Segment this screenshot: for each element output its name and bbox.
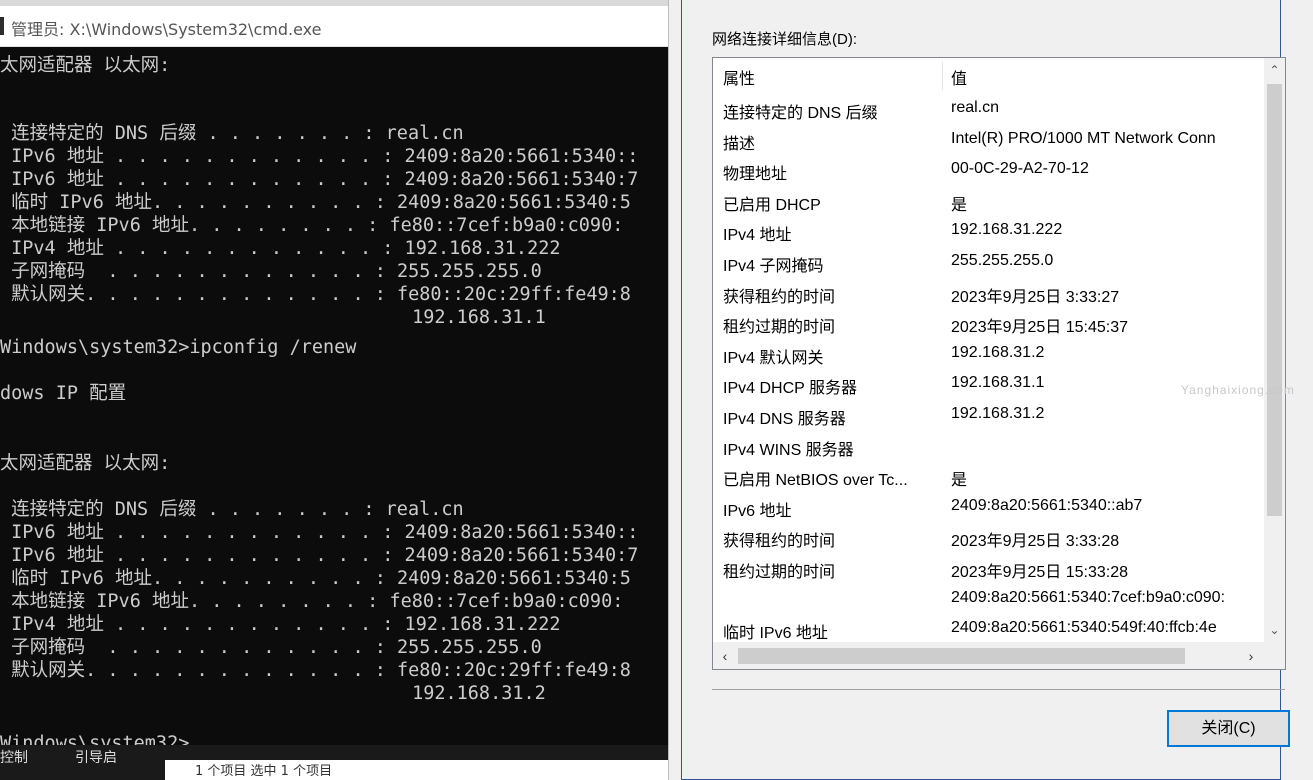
cmd-icon [0,17,4,35]
list-row[interactable]: 物理地址 00-0C-29-A2-70-12 [713,155,1264,185]
list-row[interactable]: 临时 IPv6 地址 2409:8a20:5661:5340:549f:40:ff… [713,614,1264,644]
value-cell: 2409:8a20:5661:5340:7cef:b9a0:c090: [951,588,1226,606]
property-cell: IPv4 子网掩码 [723,258,824,275]
column-separator[interactable] [942,62,943,90]
console-line: IPv6 地址 . . . . . . . . . . . . : 2409:8… [0,169,639,190]
list-row[interactable]: 租约过期的时间 2023年9月25日 15:45:37 [713,308,1264,338]
property-cell: IPv4 DNS 服务器 [723,411,846,428]
console-line: 临时 IPv6 地址. . . . . . . . . . : 2409:8a2… [0,568,631,589]
console-line: IPv4 地址 . . . . . . . . . . . . : 192.16… [0,614,561,635]
network-details-dialog: 网络连接详细信息(D): 属性 值 连接特定的 DNS 后缀 real.cn 描述 I… [668,0,1313,780]
value-cell: Intel(R) PRO/1000 MT Network Conn [951,129,1216,147]
property-cell: 租约过期的时间 [723,564,836,581]
horizontal-scrollbar[interactable]: ‹ › [713,642,1285,669]
list-row[interactable]: 租约过期的时间 2023年9月25日 15:33:28 [713,553,1264,583]
console-line: dows IP 配置 [0,383,127,404]
vertical-scroll-thumb[interactable] [1267,84,1282,516]
console-line: 临时 IPv6 地址. . . . . . . . . . : 2409:8a2… [0,192,631,213]
details-list[interactable]: 属性 值 连接特定的 DNS 后缀 real.cn 描述 Intel(R) PRO/1… [712,57,1286,670]
console-line: 子网掩码 . . . . . . . . . . . . : 255.255.2… [0,637,542,658]
cmd-window[interactable]: 管理员: X:\Windows\System32\cmd.exe 太网适配器 以… [0,6,668,750]
property-cell: 描述 [723,135,756,153]
value-cell: 192.168.31.222 [951,221,1063,239]
value-cell: 2023年9月25日 3:33:28 [951,533,1120,551]
console-line: 192.168.31.1 [0,307,546,328]
property-cell: IPv4 地址 [723,227,792,245]
value-cell: 2023年9月25日 3:33:27 [951,288,1120,306]
console-line: 192.168.31.2 [0,683,546,704]
console-line: IPv4 地址 . . . . . . . . . . . . : 192.16… [0,238,561,259]
property-cell: 临时 IPv6 地址 [723,625,828,643]
console-line: 连接特定的 DNS 后缀 . . . . . . . : real.cn [0,499,464,520]
value-cell: 是 [951,472,968,490]
watermark-text: Yanghaixiong.com [1181,383,1295,397]
list-row[interactable]: 描述 Intel(R) PRO/1000 MT Network Conn [713,125,1264,155]
explorer-status-bar: 1 个项目 选中 1 个项目 [165,760,685,780]
list-row[interactable]: IPv4 默认网关 192.168.31.2 [713,339,1264,369]
list-header: 属性 值 [713,58,1264,92]
value-cell: 00-0C-29-A2-70-12 [951,160,1089,178]
value-cell: 255.255.255.0 [951,252,1054,269]
list-row[interactable]: 已启用 DHCP 是 [713,186,1264,216]
list-row[interactable]: IPv4 地址 192.168.31.222 [713,216,1264,246]
vertical-scrollbar[interactable]: ⌃ ⌄ [1264,58,1285,642]
console-line: IPv6 地址 . . . . . . . . . . . . : 2409:8… [0,146,639,167]
scroll-down-icon[interactable]: ⌄ [1264,620,1285,640]
value-cell: 2023年9月25日 15:33:28 [951,564,1129,581]
background-label-control: 控制 [0,750,28,766]
background-label-boot: 引导启 [75,750,117,766]
close-button[interactable]: 关闭(C) [1167,710,1290,747]
console-line: 本地链接 IPv6 地址. . . . . . . . : fe80::7cef… [0,591,624,612]
scroll-right-icon[interactable]: › [1241,646,1261,666]
console-line: IPv6 地址 . . . . . . . . . . . . : 2409:8… [0,522,639,543]
value-cell: 192.168.31.2 [951,343,1045,361]
console-line: 默认网关. . . . . . . . . . . . . : fe80::20… [0,284,631,305]
value-cell: 2409:8a20:5661:5340:549f:40:ffcb:4e [951,619,1217,637]
property-cell: 已启用 NetBIOS over Tc... [723,472,908,490]
column-header-value[interactable]: 值 [951,65,967,89]
list-row[interactable]: 已启用 NetBIOS over Tc... 是 [713,461,1264,491]
column-header-property[interactable]: 属性 [723,65,755,89]
property-cell: 物理地址 [723,166,788,184]
property-cell: 获得租约的时间 [723,288,836,306]
list-row[interactable]: IPv4 子网掩码 255.255.255.0 [713,247,1264,277]
console-line: 子网掩码 . . . . . . . . . . . . : 255.255.2… [0,261,542,282]
console-line: 太网适配器 以太网: [0,453,171,474]
value-cell: 是 [951,196,968,214]
console-line: 本地链接 IPv6 地址. . . . . . . . : fe80::7cef… [0,215,624,236]
value-cell: 2023年9月25日 15:45:37 [951,319,1129,337]
list-row[interactable]: 获得租约的时间 2023年9月25日 3:33:27 [713,278,1264,308]
cmd-console-output[interactable]: 太网适配器 以太网: 连接特定的 DNS 后缀 . . . . . . . : … [0,54,668,750]
list-row[interactable]: 获得租约的时间 2023年9月25日 3:33:28 [713,522,1264,552]
scroll-up-icon[interactable]: ⌃ [1264,60,1285,80]
property-cell: 已启用 DHCP [723,196,821,214]
value-cell: 192.168.31.2 [951,405,1045,422]
property-cell: IPv4 DHCP 服务器 [723,380,857,398]
horizontal-scroll-thumb[interactable] [738,648,1185,664]
property-cell: IPv4 WINS 服务器 [723,441,854,459]
property-cell: IPv6 地址 [723,502,792,520]
property-cell: 租约过期的时间 [723,319,836,337]
list-row[interactable]: IPv4 DNS 服务器 192.168.31.2 [713,400,1264,430]
list-row[interactable]: 2409:8a20:5661:5340:7cef:b9a0:c090: [713,584,1264,614]
value-cell: real.cn [951,99,1000,116]
list-row[interactable]: IPv6 地址 2409:8a20:5661:5340::ab7 [713,492,1264,522]
value-cell: 2409:8a20:5661:5340::ab7 [951,496,1143,514]
list-row[interactable]: 连接特定的 DNS 后缀 real.cn [713,94,1264,124]
cmd-titlebar[interactable]: 管理员: X:\Windows\System32\cmd.exe [0,6,668,47]
cmd-title: 管理员: X:\Windows\System32\cmd.exe [11,20,322,39]
console-line: 连接特定的 DNS 后缀 . . . . . . . : real.cn [0,123,464,144]
console-line: 太网适配器 以太网: [0,55,171,76]
console-line: IPv6 地址 . . . . . . . . . . . . : 2409:8… [0,545,639,566]
details-label: 网络连接详细信息(D): [712,31,857,48]
list-row[interactable]: IPv4 WINS 服务器 [713,431,1264,461]
console-line: Windows\system32>ipconfig /renew [0,337,357,358]
property-cell: 获得租约的时间 [723,533,836,551]
dialog-divider [712,689,1285,690]
property-cell: IPv4 默认网关 [723,349,824,367]
scroll-left-icon[interactable]: ‹ [715,646,735,666]
console-line: 默认网关. . . . . . . . . . . . . : fe80::20… [0,660,631,681]
property-cell: 连接特定的 DNS 后缀 [723,105,878,122]
